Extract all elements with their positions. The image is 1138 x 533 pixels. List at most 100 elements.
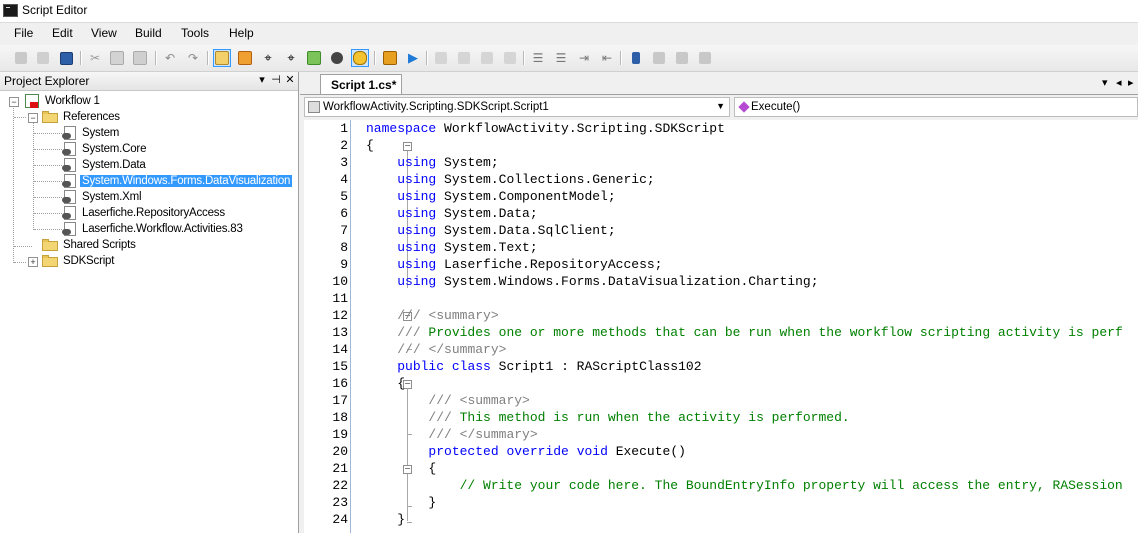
redo-icon[interactable]: ↷ xyxy=(184,49,202,67)
folder-icon xyxy=(42,255,58,267)
title-bar: Script Editor xyxy=(0,0,1138,23)
properties-icon[interactable] xyxy=(236,49,254,67)
tree-item-reference[interactable]: System.Core xyxy=(62,141,148,157)
tree-item-reference[interactable]: System.Data xyxy=(62,157,148,173)
close-icon[interactable]: ✕ xyxy=(284,73,296,86)
next-bookmark-icon[interactable] xyxy=(673,49,691,67)
run-window-icon[interactable] xyxy=(305,49,323,67)
code-line: 3 using System; xyxy=(340,155,499,170)
tab-script1[interactable]: Script 1.cs* xyxy=(320,74,402,94)
code-line: 10 using System.Windows.Forms.DataVisual… xyxy=(332,274,819,289)
save-icon[interactable] xyxy=(57,49,75,67)
class-dropdown-value: WorkflowActivity.Scripting.SDKScript.Scr… xyxy=(323,101,549,113)
indent-icon[interactable]: ⇥ xyxy=(575,49,593,67)
uncomment-icon[interactable]: ☰ xyxy=(552,49,570,67)
tab-scroll-left-icon[interactable]: ◂ xyxy=(1116,76,1122,89)
document-tabstrip: Script 1.cs* ▾ ◂ ▸ xyxy=(300,72,1138,95)
menu-build[interactable]: Build xyxy=(135,26,162,40)
tree-item-reference[interactable]: Laserfiche.RepositoryAccess xyxy=(62,205,227,221)
tab-scroll-right-icon[interactable]: ▸ xyxy=(1128,76,1134,89)
navigation-bar: WorkflowActivity.Scripting.SDKScript.Scr… xyxy=(300,96,1138,118)
member-dropdown-value: Execute() xyxy=(751,101,801,113)
script-editor-app-icon xyxy=(3,4,18,17)
code-line: 17 /// <summary> xyxy=(332,393,530,408)
menu-help[interactable]: Help xyxy=(229,26,254,40)
bookmark-icon[interactable] xyxy=(627,49,645,67)
tree-item-workflow[interactable]: Workflow 1 xyxy=(24,93,102,109)
build-icon[interactable] xyxy=(381,49,399,67)
code-line: 5 using System.ComponentModel; xyxy=(340,189,616,204)
menu-file[interactable]: File xyxy=(14,26,33,40)
reference-icon xyxy=(62,174,77,188)
code-line: 9 using Laserfiche.RepositoryAccess; xyxy=(340,257,663,272)
toolbar: ✂ ↶ ↷ ⌖ ⌖ ▶ ☰ ☰ ⇥ ⇤ xyxy=(0,45,1138,72)
new-reference-icon[interactable] xyxy=(12,49,30,67)
tree-item-reference[interactable]: System xyxy=(62,125,121,141)
code-line: 15 public class Script1 : RAScriptClass1… xyxy=(332,359,702,374)
tree-item-references[interactable]: References xyxy=(42,109,122,125)
step-over-icon[interactable] xyxy=(455,49,473,67)
watch-icon[interactable] xyxy=(328,49,346,67)
tree-item-sdkscript[interactable]: SDKScript xyxy=(42,253,116,269)
window-title: Script Editor xyxy=(22,3,88,17)
clear-bookmarks-icon[interactable] xyxy=(696,49,714,67)
reference-icon xyxy=(62,142,77,156)
panel-menu-icon[interactable]: ▾ xyxy=(256,73,268,86)
toggle-project-explorer-icon[interactable] xyxy=(213,49,231,67)
menu-tools[interactable]: Tools xyxy=(181,26,209,40)
tree-item-shared-scripts[interactable]: Shared Scripts xyxy=(42,237,138,253)
code-line: 1 namespace WorkflowActivity.Scripting.SD… xyxy=(340,121,725,136)
tree-item-reference[interactable]: System.Xml xyxy=(62,189,143,205)
reference-icon xyxy=(62,158,77,172)
tree-collapse-references[interactable]: − xyxy=(28,113,38,123)
chevron-down-icon: ▼ xyxy=(716,101,725,111)
open-icon[interactable] xyxy=(34,49,52,67)
step-out-icon[interactable] xyxy=(478,49,496,67)
cut-icon[interactable]: ✂ xyxy=(86,49,104,67)
menu-edit[interactable]: Edit xyxy=(52,26,73,40)
copy-icon[interactable] xyxy=(108,49,126,67)
menu-view[interactable]: View xyxy=(91,26,117,40)
tree-collapse-workflow[interactable]: − xyxy=(9,97,19,107)
code-line: 18 /// This method is run when the activ… xyxy=(332,410,850,425)
tree-item-reference-selected[interactable]: System.Windows.Forms.DataVisualization xyxy=(62,173,293,189)
project-explorer-title: Project Explorer xyxy=(4,74,90,88)
tree-expand-sdkscript[interactable]: + xyxy=(28,257,38,267)
code-line: 6 using System.Data; xyxy=(340,206,538,221)
code-line: 2{ xyxy=(340,138,374,153)
stop-debug-icon[interactable] xyxy=(501,49,519,67)
comment-icon[interactable]: ☰ xyxy=(529,49,547,67)
outdent-icon[interactable]: ⇤ xyxy=(598,49,616,67)
start-icon[interactable]: ▶ xyxy=(404,49,422,67)
find-icon[interactable]: ⌖ xyxy=(259,49,277,67)
undo-icon[interactable]: ↶ xyxy=(161,49,179,67)
project-explorer-panel: Project Explorer ▾ ⊣ ✕ − Workflow 1 − Re… xyxy=(0,72,299,533)
member-dropdown[interactable]: Execute() xyxy=(734,97,1138,117)
reference-icon xyxy=(62,190,77,204)
code-line: 19 /// </summary> xyxy=(332,427,538,442)
method-icon xyxy=(738,101,750,113)
reference-icon xyxy=(62,126,77,140)
folder-open-icon xyxy=(42,111,58,123)
project-explorer-header: Project Explorer ▾ ⊣ ✕ xyxy=(0,72,298,91)
breakpoints-icon[interactable] xyxy=(351,49,369,67)
code-line: 14 /// </summary> xyxy=(332,342,507,357)
code-line: 12 /// <summary> xyxy=(332,308,499,323)
code-line: 8 using System.Text; xyxy=(340,240,538,255)
pin-icon[interactable]: ⊣ xyxy=(270,73,282,86)
code-line: 13 /// Provides one or more methods that… xyxy=(332,325,1123,340)
code-line: 7 using System.Data.SqlClient; xyxy=(340,223,616,238)
class-dropdown[interactable]: WorkflowActivity.Scripting.SDKScript.Scr… xyxy=(304,97,730,117)
prev-bookmark-icon[interactable] xyxy=(650,49,668,67)
find-replace-icon[interactable]: ⌖ xyxy=(282,49,300,67)
code-line: 22 // Write your code here. The BoundEnt… xyxy=(332,478,1123,493)
reference-icon xyxy=(62,222,77,236)
reference-icon xyxy=(62,206,77,220)
tree-item-reference[interactable]: Laserfiche.Workflow.Activities.83 xyxy=(62,221,245,237)
code-editor[interactable]: − − − − 1 namespace WorkflowActivity.Scri… xyxy=(304,120,1138,533)
step-into-icon[interactable] xyxy=(432,49,450,67)
code-line: 16 { xyxy=(332,376,406,391)
paste-icon[interactable] xyxy=(131,49,149,67)
tab-list-icon[interactable]: ▾ xyxy=(1102,76,1108,89)
code-line: 20 protected override void Execute() xyxy=(332,444,686,459)
